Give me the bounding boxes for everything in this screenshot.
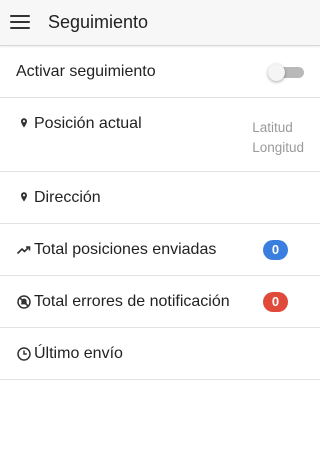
sent-positions-row: Total posiciones enviadas 0	[0, 224, 320, 276]
menu-button[interactable]	[9, 12, 31, 32]
longitude-label: Longitud	[252, 140, 304, 155]
notification-errors-label: Total errores de notificación	[16, 293, 230, 311]
map-pin-icon	[16, 116, 32, 132]
trending-up-icon	[16, 242, 32, 258]
coordinates: Latitud Longitud	[252, 118, 304, 158]
toggle-thumb	[268, 64, 285, 81]
last-sent-row: Último envío	[0, 328, 320, 380]
map-pin-icon	[16, 190, 32, 206]
current-position-label: Posición actual	[16, 115, 142, 133]
error-count-badge: 0	[263, 292, 288, 312]
settings-list: Activar seguimiento Posición actual Lati…	[0, 46, 320, 380]
hamburger-menu-icon	[10, 27, 30, 29]
tracking-row[interactable]: Activar seguimiento	[0, 46, 320, 98]
current-position-row: Posición actual Latitud Longitud	[0, 98, 320, 172]
last-sent-label: Último envío	[16, 345, 123, 363]
no-notification-icon	[16, 294, 32, 310]
address-row: Dirección	[0, 172, 320, 224]
clock-icon	[16, 346, 32, 362]
address-label: Dirección	[16, 189, 101, 207]
tracking-label: Activar seguimiento	[16, 63, 156, 80]
tracking-toggle[interactable]	[268, 64, 304, 81]
page-title: Seguimiento	[48, 12, 149, 32]
sent-positions-label: Total posiciones enviadas	[16, 241, 216, 259]
app-bar: Seguimiento	[0, 0, 320, 46]
hamburger-menu-icon	[10, 21, 30, 23]
hamburger-menu-icon	[10, 15, 30, 17]
sent-count-badge: 0	[263, 240, 288, 260]
notification-errors-row: Total errores de notificación 0	[0, 276, 320, 328]
latitude-label: Latitud	[252, 120, 293, 135]
